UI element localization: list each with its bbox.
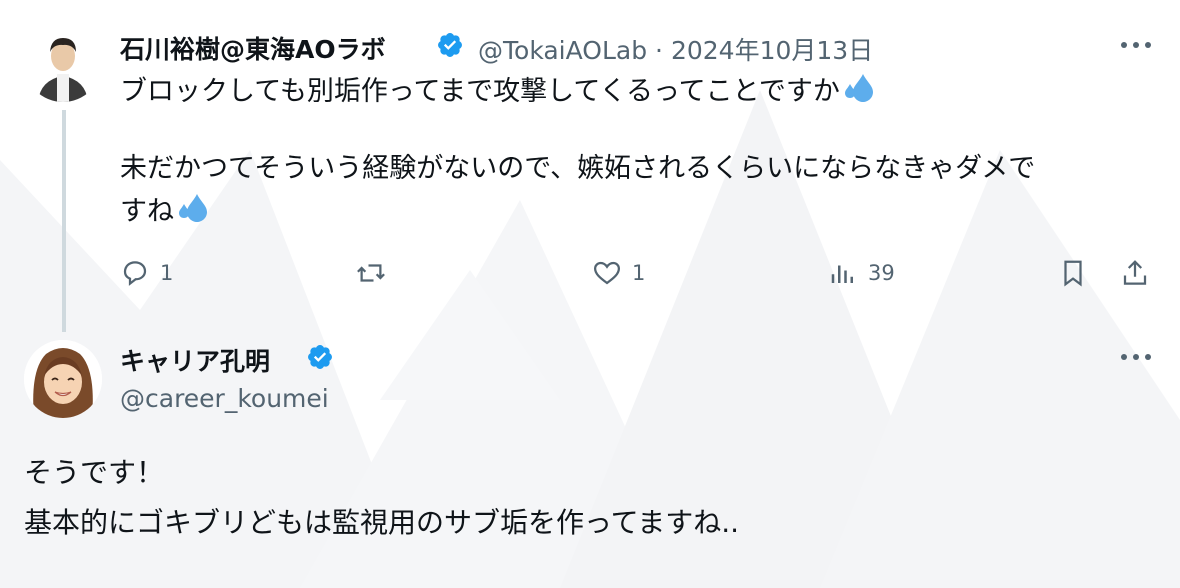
thread-connector-line — [62, 110, 66, 332]
author-name[interactable]: キャリア孔明 — [120, 342, 270, 378]
profile-photo-man — [24, 24, 102, 102]
author-handle[interactable]: @career_koumei — [120, 384, 329, 413]
more-options-icon[interactable] — [1118, 352, 1154, 362]
tweet-date[interactable]: 2024年10月13日 — [671, 36, 873, 65]
like-button[interactable]: 1 — [592, 258, 645, 288]
verified-badge-icon — [438, 33, 462, 57]
tweet-text: ブロックしても別垢作ってまで攻撃してくるってことですか — [120, 76, 840, 107]
analytics-icon — [831, 265, 853, 283]
profile-illustration-avatar — [24, 340, 102, 418]
more-options-icon[interactable] — [1118, 40, 1154, 50]
share-button[interactable] — [1120, 258, 1150, 288]
author-handle[interactable]: @TokaiAOLab — [478, 36, 647, 65]
heart-icon — [593, 261, 621, 285]
tweet-text: すね — [120, 196, 174, 227]
tweet-text-line: ブロックしても別垢作ってまで攻撃してくるってことですか — [120, 70, 876, 111]
tweet-text-line: 未だかつてそういう経験がないので、嫉妬されるくらいにならなきゃダメで — [120, 153, 1036, 184]
reply-text-line: そうです！ — [24, 456, 165, 489]
tweet-text-line: すね — [120, 190, 210, 231]
view-count: 39 — [868, 261, 895, 285]
reply-icon — [123, 261, 147, 286]
sweat-droplets-icon — [179, 194, 207, 222]
share-icon — [1123, 260, 1147, 285]
views-button[interactable]: 39 — [828, 258, 895, 288]
sweat-droplets-icon — [844, 74, 873, 102]
tweet-meta: @TokaiAOLab · 2024年10月13日 — [478, 31, 873, 67]
avatar[interactable] — [24, 24, 102, 102]
reply-count: 1 — [160, 261, 174, 285]
retweet-icon — [357, 264, 385, 282]
reply-text-line: 基本的にゴキブリどもは監視用のサブ垢を作ってますね.. — [24, 506, 740, 539]
bookmark-button[interactable] — [1058, 258, 1088, 288]
meta-separator: · — [655, 36, 663, 65]
verified-badge-icon — [308, 345, 332, 369]
like-count: 1 — [632, 261, 646, 285]
retweet-button[interactable] — [356, 258, 396, 288]
bookmark-icon — [1064, 260, 1082, 287]
avatar[interactable] — [24, 340, 102, 418]
reply-button[interactable]: 1 — [120, 258, 173, 288]
author-name[interactable]: 石川裕樹@東海AOラボ — [120, 30, 386, 66]
